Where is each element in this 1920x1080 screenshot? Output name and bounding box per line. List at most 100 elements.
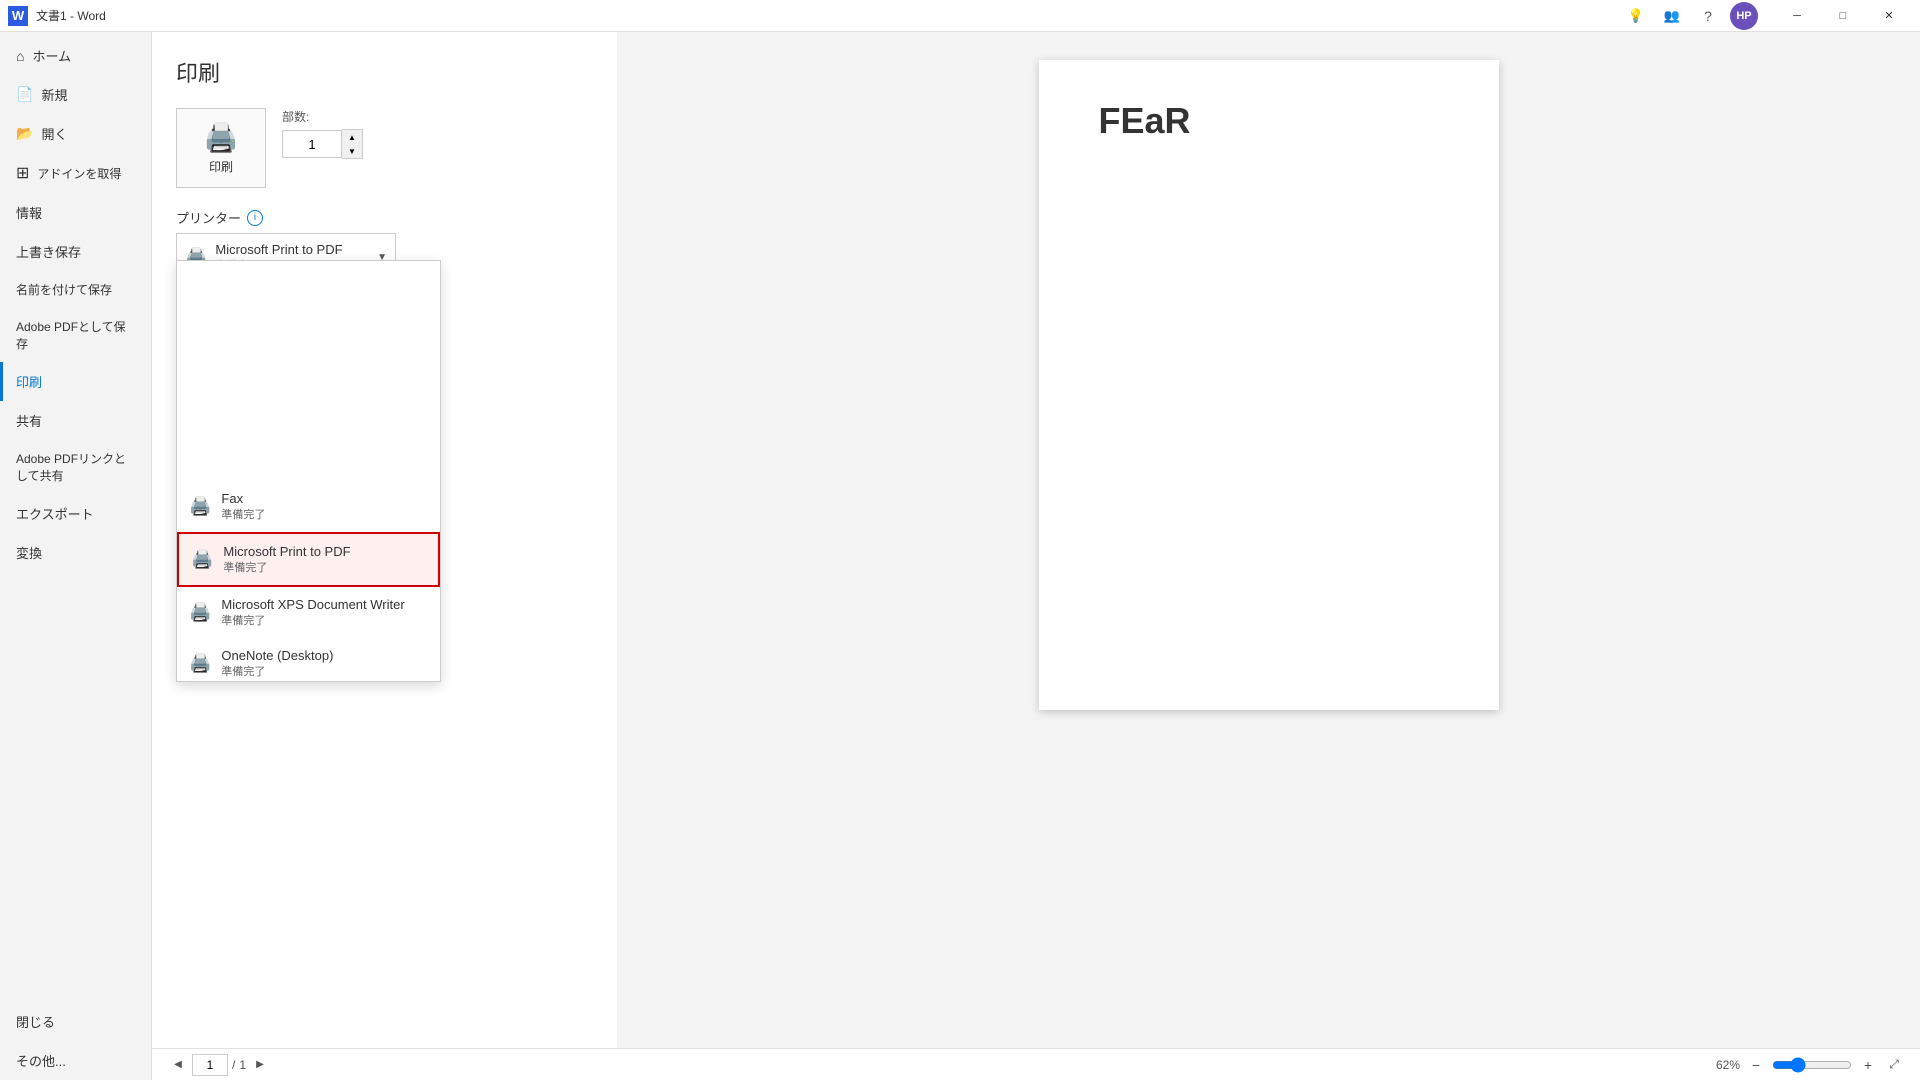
sidebar-item-overwrite-label: 上書き保存: [16, 242, 81, 261]
sidebar-item-export-label: エクスポート: [16, 504, 94, 523]
copies-spinners: ▲ ▼: [342, 129, 363, 159]
print-title: 印刷: [176, 56, 593, 88]
printer-option-onenote-desktop[interactable]: 🖨️ OneNote (Desktop) 準備完了: [177, 638, 440, 681]
sidebar-item-close[interactable]: 閉じる: [0, 1002, 151, 1041]
sidebar-item-other[interactable]: その他...: [0, 1041, 151, 1080]
content: 印刷 🖨️ 印刷 部数: ▲ ▼: [152, 32, 1920, 1080]
fax-printer-icon: 🖨️: [189, 496, 211, 517]
zoom-in-button[interactable]: +: [1858, 1055, 1878, 1075]
copies-decrement-button[interactable]: ▼: [342, 144, 362, 158]
sidebar-item-convert[interactable]: 変換: [0, 533, 151, 572]
open-icon: 📂: [16, 125, 33, 142]
home-icon: ⌂: [16, 48, 24, 64]
minimize-button[interactable]: ─: [1774, 0, 1820, 32]
sidebar-item-saveas-label: 名前を付けて保存: [16, 281, 112, 298]
people-icon[interactable]: 👥: [1658, 2, 1686, 30]
print-area: 印刷 🖨️ 印刷 部数: ▲ ▼: [152, 32, 1920, 1048]
next-page-button[interactable]: ▶: [250, 1055, 270, 1075]
prev-page-button[interactable]: ◀: [168, 1055, 188, 1075]
fax-printer-name: Fax: [221, 491, 428, 506]
xps-printer-text: Microsoft XPS Document Writer 準備完了: [221, 597, 428, 628]
zoom-slider[interactable]: [1772, 1057, 1852, 1073]
xps-printer-status: 準備完了: [221, 612, 428, 628]
sidebar-item-addin-label: アドインを取得: [37, 165, 121, 182]
copies-input[interactable]: [282, 130, 342, 158]
onenote-desktop-text: OneNote (Desktop) 準備完了: [221, 648, 428, 679]
sidebar-item-share[interactable]: 共有: [0, 401, 151, 440]
total-pages: 1: [239, 1058, 246, 1072]
print-btn-label: 印刷: [209, 158, 233, 175]
print-panel: 印刷 🖨️ 印刷 部数: ▲ ▼: [152, 32, 617, 1048]
zoom-fit-button[interactable]: ⤢: [1884, 1055, 1904, 1075]
pdf-printer-icon: 🖨️: [191, 549, 213, 570]
printer-info-icon[interactable]: i: [247, 210, 263, 226]
sidebar: ⌂ ホーム 📄 新規 📂 開く ⊞ アドインを取得 情報 上書き保存 名前を付け…: [0, 32, 152, 1080]
copies-increment-button[interactable]: ▲: [342, 130, 362, 144]
maximize-button[interactable]: □: [1820, 0, 1866, 32]
user-avatar[interactable]: HP: [1730, 2, 1758, 30]
sidebar-item-share-label: 共有: [16, 411, 42, 430]
printer-dropdown: 🖨️ Fax 準備完了 🖨️ Microsoft Print to PDF 準備…: [176, 260, 441, 682]
sidebar-item-saveas[interactable]: 名前を付けて保存: [0, 271, 151, 308]
pdf-printer-status: 準備完了: [223, 559, 426, 575]
addin-icon: ⊞: [16, 163, 29, 183]
sidebar-item-adobeshare-label: Adobe PDFリンクとして共有: [16, 450, 135, 484]
printer-icon: 🖨️: [204, 121, 239, 154]
onenote-desktop-icon: 🖨️: [189, 653, 211, 674]
sidebar-item-adobesave[interactable]: Adobe PDFとして保存: [0, 308, 151, 362]
sidebar-item-new[interactable]: 📄 新規: [0, 75, 151, 114]
sidebar-item-overwrite[interactable]: 上書き保存: [0, 232, 151, 271]
fax-printer-text: Fax 準備完了: [221, 491, 428, 522]
sidebar-item-export[interactable]: エクスポート: [0, 494, 151, 533]
sidebar-item-open-label: 開く: [41, 124, 67, 143]
sidebar-item-open[interactable]: 📂 開く: [0, 114, 151, 153]
copies-input-wrapper: ▲ ▼: [282, 129, 363, 159]
zoom-area: 62% − + ⤢: [1716, 1055, 1904, 1075]
zoom-out-button[interactable]: −: [1746, 1055, 1766, 1075]
page-separator: /: [232, 1058, 235, 1072]
sidebar-item-new-label: 新規: [41, 85, 67, 104]
sidebar-item-adobeshare[interactable]: Adobe PDFリンクとして共有: [0, 440, 151, 494]
onenote-desktop-status: 準備完了: [221, 663, 428, 679]
copies-label: 部数:: [282, 108, 363, 125]
bottom-bar: ◀ / 1 ▶ 62% − + ⤢: [152, 1048, 1920, 1080]
titlebar-icons: 💡 👥 ? HP: [1622, 2, 1758, 30]
printer-section-label: プリンター i: [176, 208, 593, 227]
close-button[interactable]: ✕: [1866, 0, 1912, 32]
onenote-desktop-name: OneNote (Desktop): [221, 648, 428, 663]
document-content: FEaR: [1039, 60, 1499, 182]
sidebar-item-other-label: その他...: [16, 1051, 66, 1070]
zoom-percent: 62%: [1716, 1058, 1740, 1072]
sidebar-item-print-label: 印刷: [16, 372, 42, 391]
preview-paper: FEaR: [1039, 60, 1499, 710]
page-navigation: ◀ / 1 ▶: [168, 1054, 270, 1076]
xps-printer-name: Microsoft XPS Document Writer: [221, 597, 428, 612]
sidebar-item-adobesave-label: Adobe PDFとして保存: [16, 318, 135, 352]
print-button[interactable]: 🖨️ 印刷: [176, 108, 266, 188]
sidebar-item-addin[interactable]: ⊞ アドインを取得: [0, 153, 151, 193]
pdf-printer-name: Microsoft Print to PDF: [223, 544, 426, 559]
app-body: ⌂ ホーム 📄 新規 📂 開く ⊞ アドインを取得 情報 上書き保存 名前を付け…: [0, 32, 1920, 1080]
lightbulb-icon[interactable]: 💡: [1622, 2, 1650, 30]
xps-printer-icon: 🖨️: [189, 602, 211, 623]
help-icon[interactable]: ?: [1694, 2, 1722, 30]
sidebar-item-convert-label: 変換: [16, 543, 42, 562]
dropdown-scroll-space: [177, 261, 440, 481]
sidebar-item-info[interactable]: 情報: [0, 193, 151, 232]
app-icon: W: [8, 6, 28, 26]
printer-option-pdf[interactable]: 🖨️ Microsoft Print to PDF 準備完了: [177, 532, 440, 587]
sidebar-item-info-label: 情報: [16, 203, 42, 222]
pdf-printer-text: Microsoft Print to PDF 準備完了: [223, 544, 426, 575]
printer-option-fax[interactable]: 🖨️ Fax 準備完了: [177, 481, 440, 532]
printer-dropdown-list: 🖨️ Fax 準備完了 🖨️ Microsoft Print to PDF 準備…: [177, 261, 440, 681]
printer-select-name: Microsoft Print to PDF: [215, 242, 377, 257]
sidebar-item-print[interactable]: 印刷: [0, 362, 151, 401]
titlebar: W 文書1 - Word 💡 👥 ? HP ─ □ ✕: [0, 0, 1920, 32]
print-button-container: 🖨️ 印刷 部数: ▲ ▼: [176, 108, 593, 188]
new-icon: 📄: [16, 86, 33, 103]
preview-area: FEaR: [617, 32, 1920, 1048]
copies-group: 部数: ▲ ▼: [282, 108, 363, 159]
sidebar-item-home[interactable]: ⌂ ホーム: [0, 36, 151, 75]
current-page-input[interactable]: [192, 1054, 228, 1076]
printer-option-xps[interactable]: 🖨️ Microsoft XPS Document Writer 準備完了: [177, 587, 440, 638]
